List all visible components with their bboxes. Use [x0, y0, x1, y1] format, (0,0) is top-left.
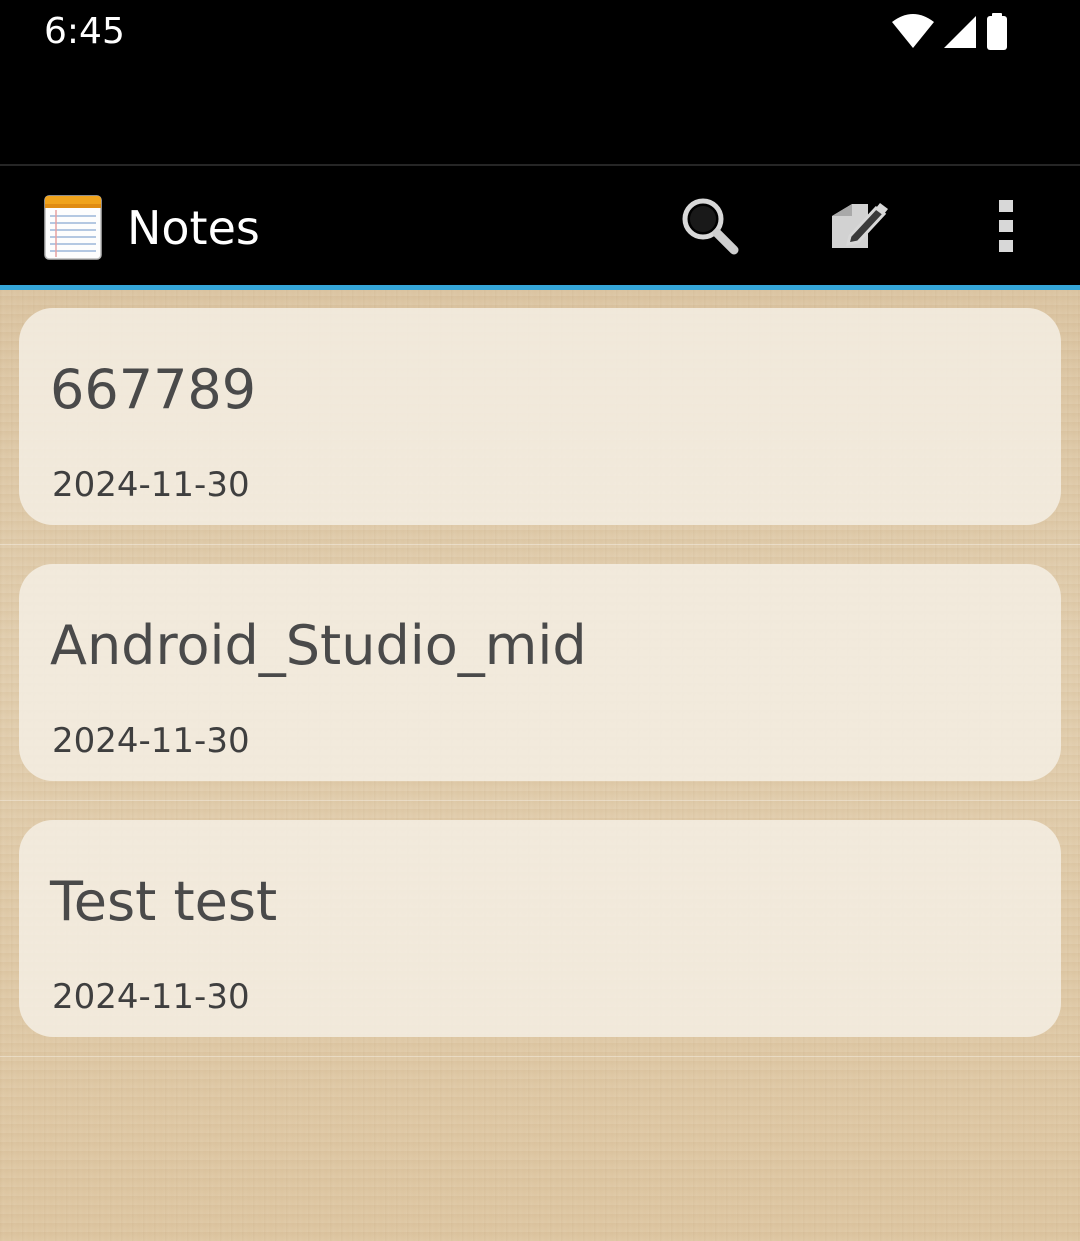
row-divider	[0, 1056, 1080, 1057]
row-divider	[0, 800, 1080, 801]
notepad-icon	[44, 195, 102, 260]
app-title: Notes	[127, 201, 260, 255]
status-bar: 6:45	[0, 0, 1080, 164]
row-divider	[0, 544, 1080, 545]
search-button[interactable]	[672, 188, 748, 264]
signal-icon	[944, 16, 976, 48]
note-item[interactable]: Android_Studio_mid 2024-11-30	[19, 564, 1061, 781]
note-date: 2024-11-30	[52, 977, 250, 1017]
note-title: 667789	[50, 358, 257, 421]
overflow-menu-icon	[999, 200, 1013, 252]
note-date: 2024-11-30	[52, 465, 250, 505]
note-item[interactable]: 667789 2024-11-30	[19, 308, 1061, 525]
notes-list: 667789 2024-11-30 Android_Studio_mid 202…	[0, 290, 1080, 1241]
note-item[interactable]: Test test 2024-11-30	[19, 820, 1061, 1037]
status-time: 6:45	[44, 11, 125, 52]
action-bar: Notes	[0, 166, 1080, 286]
search-icon	[682, 198, 739, 255]
battery-icon	[987, 13, 1007, 50]
status-icons	[892, 12, 1008, 52]
wifi-icon	[892, 14, 934, 48]
overflow-menu-button[interactable]	[968, 188, 1044, 264]
note-title: Test test	[50, 870, 278, 933]
new-note-button[interactable]	[820, 188, 896, 264]
note-title: Android_Studio_mid	[50, 614, 587, 677]
compose-icon	[832, 203, 888, 248]
note-date: 2024-11-30	[52, 721, 250, 761]
